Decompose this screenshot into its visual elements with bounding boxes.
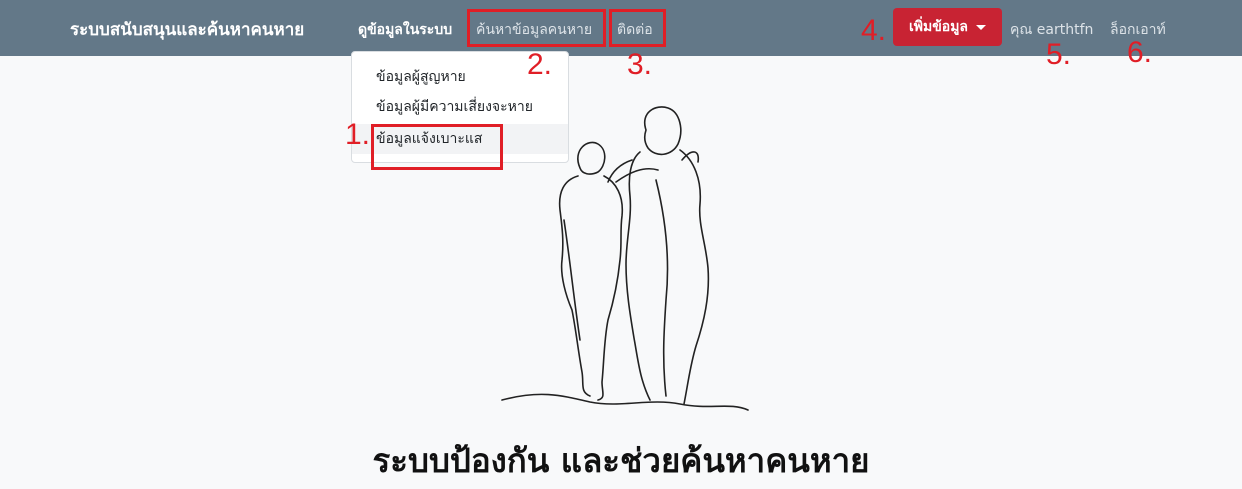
annotation-label-3: 3. xyxy=(627,48,653,81)
annotation-box-3 xyxy=(609,9,666,47)
annotation-label-6: 6. xyxy=(1127,36,1153,69)
annotation-label-1: 1. xyxy=(345,118,371,151)
two-people-walking-illustration xyxy=(501,106,749,411)
annotation-label-5: 5. xyxy=(1046,38,1072,71)
navbar-brand[interactable]: ระบบสนับสนุนและค้นหาคนหาย xyxy=(70,16,304,43)
hero-title: ระบบป้องกัน และช่วยค้นหาคนหาย xyxy=(372,441,870,480)
nav-view-data-dropdown[interactable]: ดูข้อมูลในระบบ xyxy=(358,19,452,41)
annotation-label-4: 4. xyxy=(861,14,887,47)
annotation-label-2: 2. xyxy=(527,48,553,81)
caret-down-icon xyxy=(976,24,987,30)
add-data-button-label: เพิ่มข้อมูล xyxy=(908,19,969,35)
annotation-box-2 xyxy=(467,9,606,47)
add-data-button[interactable]: เพิ่มข้อมูล xyxy=(893,8,1002,46)
